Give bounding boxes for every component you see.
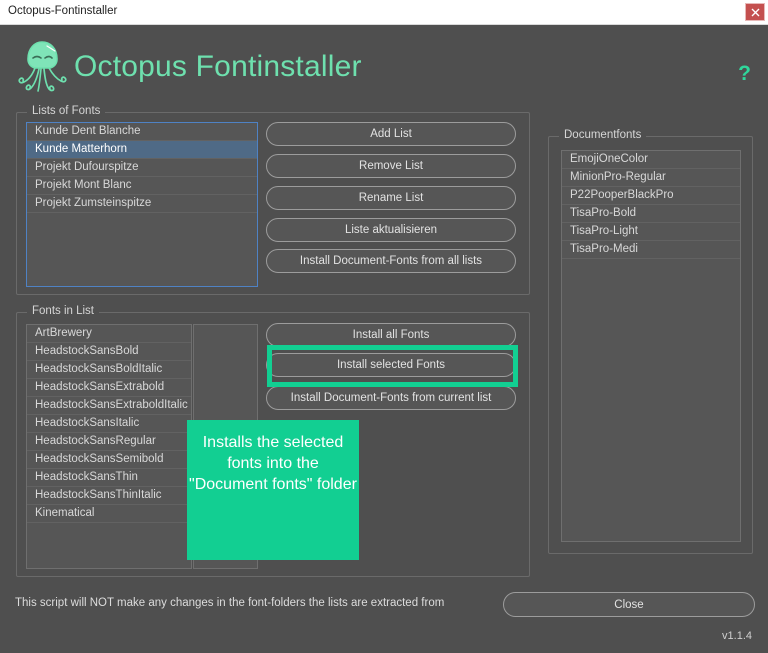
add-list-button[interactable]: Add List [266, 122, 516, 146]
list-item[interactable]: TisaPro-Light [562, 223, 740, 241]
documentfonts-group-label: Documentfonts [559, 129, 647, 141]
list-item[interactable]: HeadstockSansSemibold [27, 451, 191, 469]
list-item[interactable]: P22PooperBlackPro [562, 187, 740, 205]
version-label: v1.1.4 [722, 630, 752, 642]
list-item[interactable]: Projekt Mont Blanc [27, 177, 257, 195]
list-item[interactable]: HeadstockSansItalic [27, 415, 191, 433]
list-item[interactable]: Kunde Dent Blanche [27, 123, 257, 141]
footer-note: This script will NOT make any changes in… [15, 597, 445, 609]
list-item[interactable]: HeadstockSansRegular [27, 433, 191, 451]
tooltip: Installs the selected fonts into the "Do… [187, 420, 359, 560]
list-item[interactable]: ArtBrewery [27, 325, 191, 343]
install-document-fonts-all-lists-button[interactable]: Install Document-Fonts from all lists [266, 249, 516, 273]
close-icon [751, 8, 760, 17]
list-item[interactable]: TisaPro-Bold [562, 205, 740, 223]
install-document-fonts-current-list-button[interactable]: Install Document-Fonts from current list [266, 386, 516, 410]
list-item[interactable]: HeadstockSansBold [27, 343, 191, 361]
window-close-button[interactable] [745, 3, 765, 21]
lists-of-fonts-listbox[interactable]: Kunde Dent Blanche Kunde Matterhorn Proj… [26, 122, 258, 287]
list-item[interactable]: Kinematical [27, 505, 191, 523]
list-item[interactable]: Projekt Dufourspitze [27, 159, 257, 177]
list-item[interactable]: HeadstockSansThin [27, 469, 191, 487]
close-button[interactable]: Close [503, 592, 755, 617]
window-title: Octopus-Fontinstaller [8, 5, 118, 17]
list-item[interactable]: HeadstockSansExtraboldItalic [27, 397, 191, 415]
rename-list-button[interactable]: Rename List [266, 186, 516, 210]
page-title: Octopus Fontinstaller [74, 50, 362, 83]
update-list-button[interactable]: Liste aktualisieren [266, 218, 516, 242]
octopus-logo-icon [14, 38, 70, 96]
install-selected-fonts-button[interactable]: Install selected Fonts [266, 353, 516, 377]
install-all-fonts-button[interactable]: Install all Fonts [266, 323, 516, 347]
documentfonts-listbox[interactable]: EmojiOneColor MinionPro-Regular P22Poope… [561, 150, 741, 542]
list-item[interactable]: HeadstockSansBoldItalic [27, 361, 191, 379]
list-item[interactable]: Kunde Matterhorn [27, 141, 257, 159]
title-bar: Octopus-Fontinstaller [0, 0, 768, 25]
fonts-in-list-listbox[interactable]: ArtBrewery HeadstockSansBold HeadstockSa… [26, 324, 192, 569]
list-item[interactable]: Projekt Zumsteinspitze [27, 195, 257, 213]
lists-of-fonts-group-label: Lists of Fonts [27, 105, 106, 117]
list-item[interactable]: TisaPro-Medi [562, 241, 740, 259]
list-item[interactable]: MinionPro-Regular [562, 169, 740, 187]
remove-list-button[interactable]: Remove List [266, 154, 516, 178]
fonts-in-list-group-label: Fonts in List [27, 305, 99, 317]
list-item[interactable]: HeadstockSansExtrabold [27, 379, 191, 397]
help-icon[interactable]: ? [738, 62, 751, 86]
application-window: Octopus-Fontinstaller Octopus Fontinstal… [0, 0, 768, 653]
list-item[interactable]: EmojiOneColor [562, 151, 740, 169]
list-item[interactable]: HeadstockSansThinItalic [27, 487, 191, 505]
